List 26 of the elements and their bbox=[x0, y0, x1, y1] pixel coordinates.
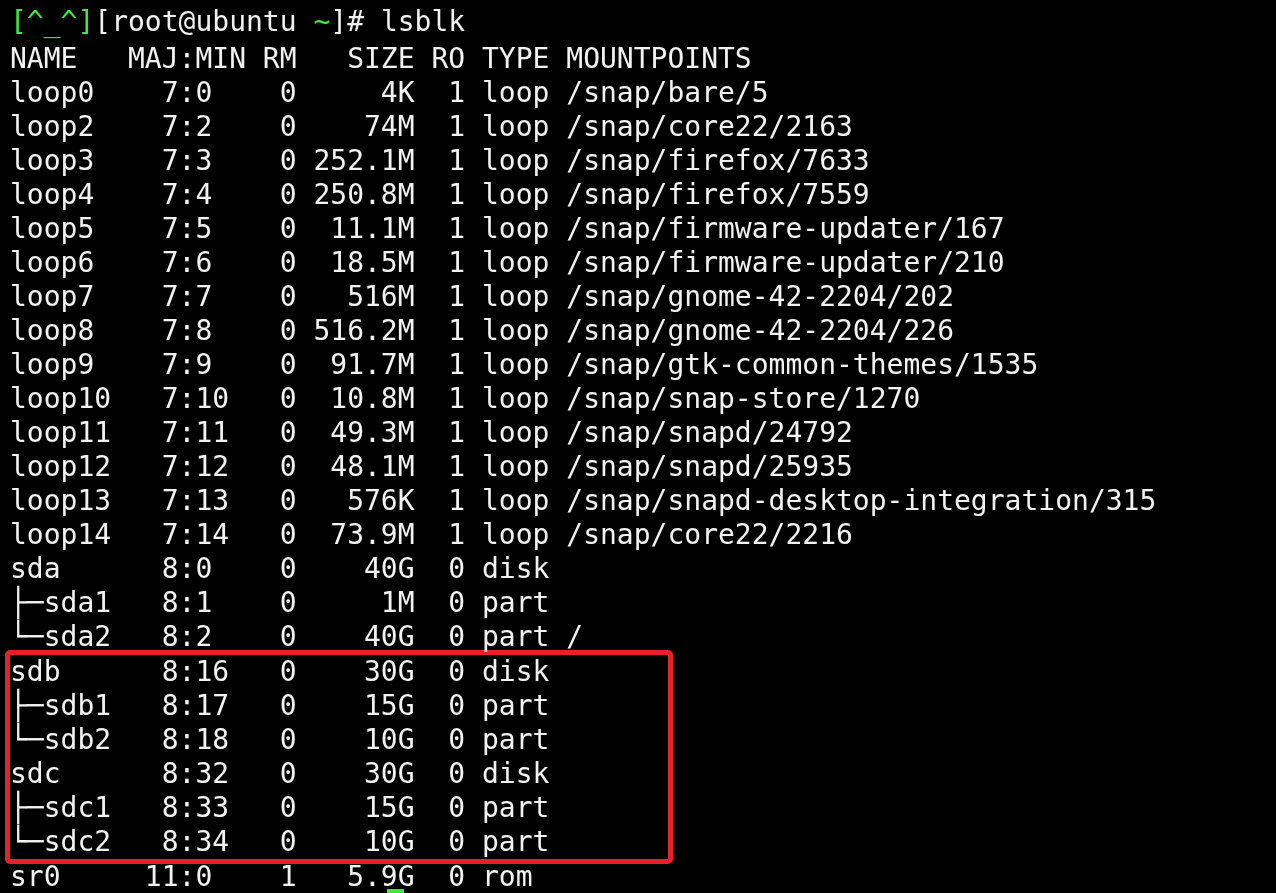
terminal-line: └─sdb2 8:18 0 10G 0 part bbox=[10, 723, 550, 757]
terminal-line: loop4 7:4 0 250.8M 1 loop /snap/firefox/7559 bbox=[10, 178, 870, 212]
command-prompt: [^_^][root@ubuntu ~]# lsblk bbox=[10, 5, 466, 39]
terminal-line: loop0 7:0 0 4K 1 loop /snap/bare/5 bbox=[10, 76, 769, 110]
terminal-line: └─sdc2 8:34 0 10G 0 part bbox=[10, 825, 550, 859]
terminal-line: loop7 7:7 0 516M 1 loop /snap/gnome-42-2204/202 bbox=[10, 280, 954, 314]
terminal-line: loop5 7:5 0 11.1M 1 loop /snap/firmware-updater/167 bbox=[10, 212, 1005, 246]
terminal-line: loop13 7:13 0 576K 1 loop /snap/snapd-desktop-integration/315 bbox=[10, 484, 1157, 518]
terminal-line: loop9 7:9 0 91.7M 1 loop /snap/gtk-common-themes/1535 bbox=[10, 348, 1039, 382]
terminal-line: sdb 8:16 0 30G 0 disk bbox=[10, 655, 550, 688]
terminal-line: sda 8:0 0 40G 0 disk bbox=[10, 552, 550, 585]
terminal-line: sr0 11:0 1 5.9G 0 rom bbox=[10, 860, 533, 893]
terminal-line: sdc 8:32 0 30G 0 disk bbox=[10, 757, 550, 790]
terminal-line: loop14 7:14 0 73.9M 1 loop /snap/core22/2216 bbox=[10, 518, 853, 552]
terminal-line: loop10 7:10 0 10.8M 1 loop /snap/snap-store/1270 bbox=[10, 382, 921, 416]
terminal-line: loop8 7:8 0 516.2M 1 loop /snap/gnome-42-2204/226 bbox=[10, 314, 954, 348]
terminal-line: loop6 7:6 0 18.5M 1 loop /snap/firmware-updater/210 bbox=[10, 246, 1005, 280]
terminal-line: loop3 7:3 0 252.1M 1 loop /snap/firefox/7633 bbox=[10, 144, 870, 178]
terminal-line: ├─sda1 8:1 0 1M 0 part bbox=[10, 586, 550, 619]
terminal-line: loop2 7:2 0 74M 1 loop /snap/core22/2163 bbox=[10, 110, 853, 144]
terminal-line: loop12 7:12 0 48.1M 1 loop /snap/snapd/25935 bbox=[10, 450, 853, 484]
terminal-line: ├─sdc1 8:33 0 15G 0 part bbox=[10, 791, 550, 824]
terminal-line: loop11 7:11 0 49.3M 1 loop /snap/snapd/24792 bbox=[10, 416, 853, 450]
terminal-line: NAME MAJ:MIN RM SIZE RO TYPE MOUNTPOINTS bbox=[10, 42, 752, 76]
terminal-line: ├─sdb1 8:17 0 15G 0 part bbox=[10, 689, 550, 722]
terminal-line: └─sda2 8:2 0 40G 0 part / bbox=[10, 620, 584, 654]
